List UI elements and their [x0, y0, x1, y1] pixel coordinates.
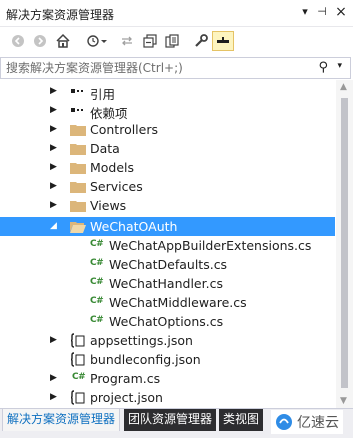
- tree-item-label: Views: [90, 198, 127, 213]
- collapse-arrow-icon[interactable]: ◢: [50, 221, 60, 231]
- watermark-logo: [276, 414, 292, 430]
- sync-with-active-document-button[interactable]: [117, 31, 137, 51]
- tree-item-project-json[interactable]: ▶ project.json: [0, 388, 335, 407]
- forward-button[interactable]: [30, 31, 50, 51]
- expand-arrow-icon[interactable]: ▶: [50, 162, 60, 172]
- search-box[interactable]: ⚲ ▾: [0, 57, 351, 79]
- tree-item-services[interactable]: ▶ Services: [0, 177, 335, 196]
- solution-tree: ▶ 引用 ▶ 依赖项 ▶ Controllers ▶ Data ▶ Models…: [0, 80, 353, 408]
- wrench-icon: [195, 34, 208, 47]
- csharp-file-icon: C#: [72, 372, 86, 382]
- search-icon[interactable]: ⚲: [318, 60, 328, 75]
- expand-arrow-icon[interactable]: ▶: [50, 335, 60, 345]
- forward-icon: [34, 35, 46, 47]
- tree-item-references[interactable]: ▶ 引用: [0, 82, 335, 102]
- tree-item-models[interactable]: ▶ Models: [0, 158, 335, 177]
- tree-item-label: Services: [90, 179, 143, 194]
- folder-icon: [70, 201, 86, 212]
- expand-arrow-icon[interactable]: ▶: [50, 373, 60, 383]
- pending-changes-filter-button[interactable]: [83, 31, 111, 51]
- tree-item-bundleconfig-json[interactable]: bundleconfig.json: [0, 350, 335, 369]
- tab-class-view[interactable]: 类视图: [219, 409, 264, 431]
- folder-open-icon: [70, 222, 86, 233]
- folder-icon: [70, 144, 86, 155]
- tree-item-label: project.json: [90, 390, 163, 405]
- collapse-all-icon: [143, 34, 157, 48]
- tree-item-label: WeChatAppBuilderExtensions.cs: [109, 238, 312, 253]
- scroll-down-icon[interactable]: ▼: [340, 396, 347, 406]
- tree-item-wechatoauth[interactable]: ◢ WeChatOAuth: [0, 217, 335, 236]
- watermark: 亿速云: [271, 410, 343, 434]
- tree-item-label: Data: [90, 141, 120, 156]
- scrollbar-thumb[interactable]: [341, 98, 348, 388]
- tab-team-explorer[interactable]: 团队资源管理器: [124, 409, 217, 431]
- expand-arrow-icon[interactable]: ▶: [50, 86, 60, 96]
- tree-item-label: appsettings.json: [90, 333, 193, 348]
- back-button[interactable]: [8, 31, 28, 51]
- tree-item-wechat-options[interactable]: C# WeChatOptions.cs: [0, 312, 335, 331]
- copy-icon: [165, 34, 179, 48]
- tab-solution-explorer[interactable]: 解决方案资源管理器: [2, 409, 121, 431]
- auto-hide-pin-icon[interactable]: ⊣: [314, 4, 330, 20]
- folder-icon: [70, 182, 86, 193]
- toolbar: [0, 28, 353, 54]
- tree-item-label: Controllers: [90, 122, 158, 137]
- vertical-scrollbar[interactable]: ▲ ▼: [336, 80, 353, 408]
- properties-button[interactable]: [191, 31, 211, 51]
- expand-arrow-icon[interactable]: ▶: [50, 105, 60, 115]
- tree-item-program-cs[interactable]: ▶ C# Program.cs: [0, 369, 335, 388]
- home-button[interactable]: [53, 31, 73, 51]
- search-input[interactable]: [6, 60, 306, 76]
- close-icon[interactable]: ×: [333, 4, 349, 20]
- tree-item-label: bundleconfig.json: [90, 352, 201, 367]
- panel-title: 解决方案资源管理器: [6, 8, 115, 22]
- dependencies-icon: [71, 108, 83, 112]
- sync-icon: [122, 36, 132, 46]
- expand-arrow-icon[interactable]: ▶: [50, 124, 60, 134]
- expand-arrow-icon[interactable]: ▶: [50, 181, 60, 191]
- csharp-file-icon: C#: [90, 315, 104, 325]
- tree-item-wechat-middleware[interactable]: C# WeChatMiddleware.cs: [0, 293, 335, 312]
- tree-item-label: Program.cs: [90, 371, 161, 386]
- search-options-dropdown-icon[interactable]: ▾: [337, 61, 342, 71]
- tree-item-appsettings-json[interactable]: ▶ appsettings.json: [0, 331, 335, 350]
- expand-arrow-icon[interactable]: ▶: [50, 200, 60, 210]
- json-file-icon: [70, 333, 85, 348]
- preview-selected-items-button[interactable]: [212, 31, 234, 51]
- history-icon: [87, 35, 107, 47]
- tree-item-label: Models: [90, 160, 135, 175]
- references-icon: [71, 89, 83, 93]
- tree-item-label: WeChatHandler.cs: [109, 276, 223, 291]
- csharp-file-icon: C#: [90, 239, 104, 249]
- tree-item-wechat-handler[interactable]: C# WeChatHandler.cs: [0, 274, 335, 293]
- csharp-file-icon: C#: [90, 277, 104, 287]
- tree-item-views[interactable]: ▶ Views: [0, 196, 335, 215]
- home-icon: [56, 33, 70, 48]
- tree-item-label: WeChatMiddleware.cs: [109, 295, 247, 310]
- tree-item-controllers[interactable]: ▶ Controllers: [0, 120, 335, 139]
- json-file-icon: [70, 390, 85, 405]
- back-icon: [12, 35, 24, 47]
- panel-title-bar: 解决方案资源管理器 ▾ ⊣ ×: [0, 0, 353, 27]
- show-all-files-button[interactable]: [162, 31, 182, 51]
- tree-item-data[interactable]: ▶ Data: [0, 139, 335, 158]
- window-position-dropdown-icon[interactable]: ▾: [297, 4, 313, 20]
- tree-item-label: WeChatDefaults.cs: [109, 257, 228, 272]
- tree-item-label: WeChatOptions.cs: [109, 314, 224, 329]
- tree-item-label: WeChatOAuth: [90, 219, 178, 234]
- watermark-text: 亿速云: [297, 415, 339, 431]
- expand-arrow-icon[interactable]: ▶: [50, 143, 60, 153]
- collapse-all-button[interactable]: [140, 31, 160, 51]
- expand-arrow-icon[interactable]: ▶: [50, 392, 60, 402]
- tree-item-wechat-defaults[interactable]: C# WeChatDefaults.cs: [0, 255, 335, 274]
- scroll-up-icon[interactable]: ▲: [340, 82, 347, 92]
- preview-icon: [217, 37, 229, 43]
- csharp-file-icon: C#: [90, 296, 104, 306]
- csharp-file-icon: C#: [90, 258, 104, 268]
- tree-item-wechat-app-builder-extensions[interactable]: C# WeChatAppBuilderExtensions.cs: [0, 236, 335, 255]
- folder-icon: [70, 163, 86, 174]
- folder-icon: [70, 125, 86, 136]
- tree-item-dependencies[interactable]: ▶ 依赖项: [0, 101, 335, 121]
- json-file-icon: [70, 352, 85, 367]
